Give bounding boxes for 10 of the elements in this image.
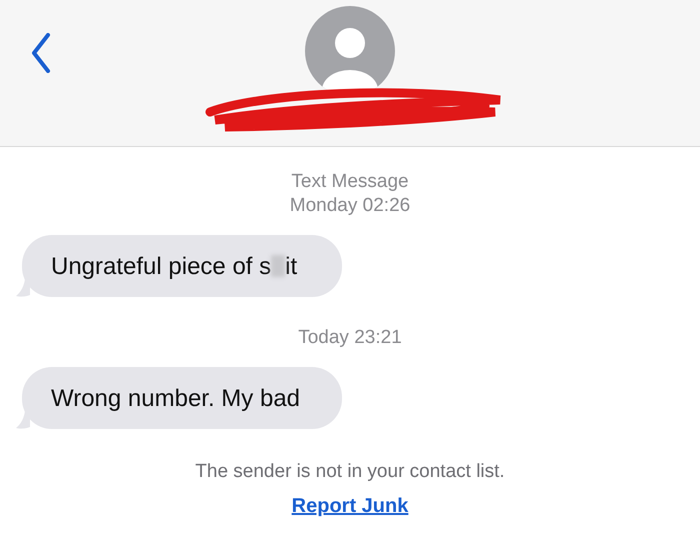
message-bubble: Wrong number. My bad — [22, 367, 342, 429]
bubble-tail — [16, 411, 30, 429]
notice-text: The sender is not in your contact list. — [195, 461, 505, 483]
message-bubble: Ungrateful piece of s it — [22, 235, 342, 297]
report-junk-link[interactable]: Report Junk — [292, 495, 408, 518]
bubble-tail — [16, 279, 30, 297]
timestamp: Today 23:21 — [298, 327, 402, 349]
message-label: Text Message — [291, 171, 409, 193]
timestamp: Monday 02:26 — [290, 195, 410, 217]
back-icon[interactable] — [31, 33, 51, 73]
